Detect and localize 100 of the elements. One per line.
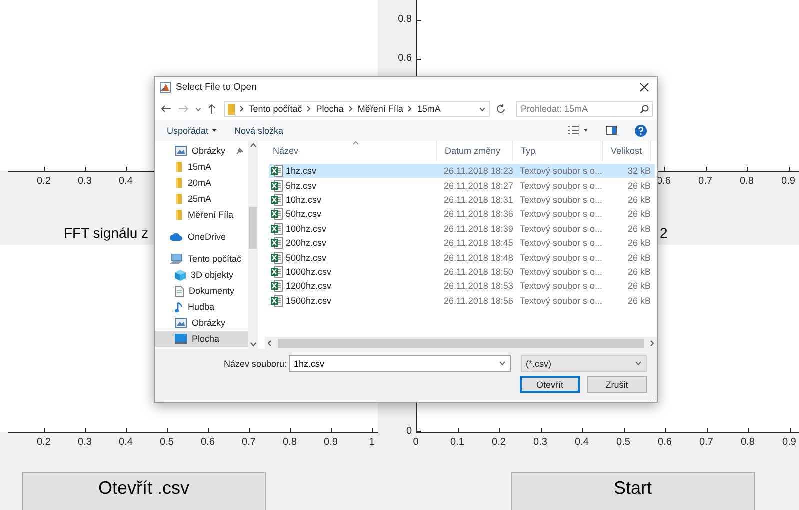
chevron-left-icon[interactable] <box>267 340 272 346</box>
nav-item[interactable]: OneDrive <box>155 229 248 245</box>
file-size: 26 kB <box>626 266 652 277</box>
chevron-down-icon <box>635 361 642 366</box>
file-name: 50hz.csv <box>286 209 322 220</box>
file-name: 100hz.csv <box>286 224 327 234</box>
nav-item[interactable]: 3D objekty <box>155 267 248 283</box>
address-bar[interactable]: Tento počítač Plocha Měření Fíla 15mA <box>224 101 490 117</box>
nav-item[interactable]: Měření Fíla <box>155 207 248 223</box>
nav-item[interactable]: Obrázky <box>155 143 248 159</box>
file-row[interactable]: 1500hz.csv 26.11.2018 18:56 Textový soubor s o... 26 kB <box>269 294 655 308</box>
column-header[interactable]: Název <box>265 141 437 161</box>
chevron-right-icon[interactable] <box>408 106 412 112</box>
chevron-down-icon[interactable] <box>250 341 256 349</box>
modified-date: 26.11.2018 18:39 <box>443 224 514 234</box>
toolbar-button[interactable]: Nová složka <box>234 126 284 136</box>
file-name: 1200hz.csv <box>286 281 332 292</box>
preview-pane-icon[interactable] <box>606 126 617 135</box>
horizontal-scrollbar[interactable] <box>265 337 657 349</box>
spreadsheet-file-icon <box>271 180 283 192</box>
nav-item[interactable]: Plocha <box>155 331 248 347</box>
file-type-dropdown[interactable]: (*.csv) <box>521 355 647 372</box>
spreadsheet-file-icon <box>271 294 283 307</box>
nav-item[interactable]: Dokumenty <box>155 283 248 299</box>
vertical-scrollbar[interactable] <box>248 141 258 349</box>
nav-item[interactable]: Obrázky <box>155 315 248 331</box>
search-field[interactable]: Prohledat: 15mA <box>516 101 653 117</box>
column-header[interactable]: Typ <box>513 141 603 161</box>
cube-icon <box>175 270 186 280</box>
breadcrumb-item[interactable]: Tento počítač <box>248 104 302 114</box>
close-icon[interactable] <box>640 83 649 92</box>
chevron-down-icon[interactable] <box>194 106 202 112</box>
file-name-field[interactable]: 1hz.csv <box>289 355 511 372</box>
resize-grip-icon[interactable] <box>650 395 656 401</box>
tick-label: 0.2 <box>37 437 51 449</box>
help-icon[interactable] <box>635 124 647 136</box>
column-header[interactable]: Velikost <box>603 141 651 161</box>
tick-label: 0.5 <box>160 437 174 449</box>
file-row[interactable]: 200hz.csv 26.11.2018 18:45 Textový soubor s o... 26 kB <box>269 236 655 250</box>
tick-label: 0.3 <box>78 437 92 449</box>
nav-item[interactable]: Tento počítač <box>155 251 248 267</box>
tick-label: 0.8 <box>740 176 754 188</box>
breadcrumb-item[interactable]: 15mA <box>417 104 441 114</box>
file-row[interactable]: 1000hz.csv 26.11.2018 18:50 Textový soubor s o... 26 kB <box>269 264 655 280</box>
tick-label: 1 <box>369 437 375 449</box>
column-header[interactable]: Datum změny <box>437 141 513 161</box>
file-row[interactable]: 500hz.csv 26.11.2018 18:48 Textový soubor s o... 26 kB <box>269 250 655 265</box>
spreadsheet-file-icon <box>271 252 283 264</box>
toolbar-button[interactable]: Uspořádat <box>167 126 217 136</box>
chevron-right-icon[interactable] <box>650 340 655 346</box>
tick-label: 0.9 <box>324 437 338 449</box>
file-name: 10hz.csv <box>286 194 322 205</box>
app-logo-icon <box>160 82 171 93</box>
tick-label: 0.2 <box>37 176 51 188</box>
figure-button[interactable]: Otevřít .csv <box>22 472 266 510</box>
modified-date: 26.11.2018 18:56 <box>443 296 514 306</box>
figure-button[interactable]: Start <box>511 472 755 510</box>
file-row[interactable]: 100hz.csv 26.11.2018 18:39 Textový soubor s o... 26 kB <box>269 222 655 236</box>
tick-label: 0.9 <box>782 176 796 188</box>
scroll-thumb[interactable] <box>249 207 257 249</box>
file-size: 26 kB <box>626 252 652 263</box>
chevron-down-icon[interactable] <box>479 106 486 112</box>
nav-item[interactable]: 20mA <box>155 175 248 191</box>
dialog-button[interactable]: Zrušit <box>587 376 647 393</box>
file-row[interactable]: 10hz.csv 26.11.2018 18:31 Textový soubor s o... 26 kB <box>269 192 655 208</box>
modified-date: 26.11.2018 18:31 <box>443 194 514 205</box>
chevron-down-icon[interactable] <box>499 361 506 366</box>
file-size: 26 kB <box>626 224 652 234</box>
chevron-right-icon[interactable] <box>348 106 353 112</box>
nav-item[interactable]: 15mA <box>155 159 248 175</box>
file-row[interactable]: 1200hz.csv 26.11.2018 18:53 Textový soubor s o... 26 kB <box>269 279 655 294</box>
file-size: 26 kB <box>626 194 652 205</box>
tick-label: 0.8 <box>741 437 755 449</box>
dialog-button[interactable]: Otevřít <box>520 376 580 393</box>
pin-icon[interactable] <box>236 147 244 155</box>
nav-item[interactable]: Hudba <box>155 299 248 315</box>
file-name: 1hz.csv <box>286 166 317 176</box>
tick-label: 0.6 <box>398 53 412 65</box>
file-row[interactable]: 5hz.csv 26.11.2018 18:27 Textový soubor s o... 26 kB <box>269 178 655 193</box>
tick-label: 0.7 <box>698 176 712 188</box>
spreadsheet-file-icon <box>271 222 283 235</box>
file-row[interactable]: 50hz.csv 26.11.2018 18:36 Textový soubor s o... 26 kB <box>269 207 655 222</box>
plot-title: 2 <box>660 224 668 243</box>
refresh-icon[interactable] <box>496 104 506 114</box>
view-options-icon[interactable] <box>568 126 588 135</box>
chevron-up-icon[interactable] <box>250 141 256 149</box>
modified-date: 26.11.2018 18:23 <box>443 166 514 176</box>
back-arrow-icon[interactable] <box>161 105 172 113</box>
nav-item[interactable]: 25mA <box>155 191 248 207</box>
up-arrow-icon[interactable] <box>208 104 216 114</box>
chevron-right-icon[interactable] <box>240 106 244 112</box>
pictures-icon <box>175 318 187 328</box>
file-type: Textový soubor s o... <box>519 209 604 220</box>
file-row[interactable]: 1hz.csv 26.11.2018 18:23 Textový soubor s o... 32 kB <box>269 164 655 178</box>
file-type: Textový soubor s o... <box>519 281 604 292</box>
chevron-right-icon[interactable] <box>307 106 312 112</box>
tick-label: 0.5 <box>616 437 630 449</box>
scroll-thumb[interactable] <box>278 338 644 348</box>
breadcrumb-item[interactable]: Měření Fíla <box>358 104 404 114</box>
breadcrumb-item[interactable]: Plocha <box>316 104 344 114</box>
